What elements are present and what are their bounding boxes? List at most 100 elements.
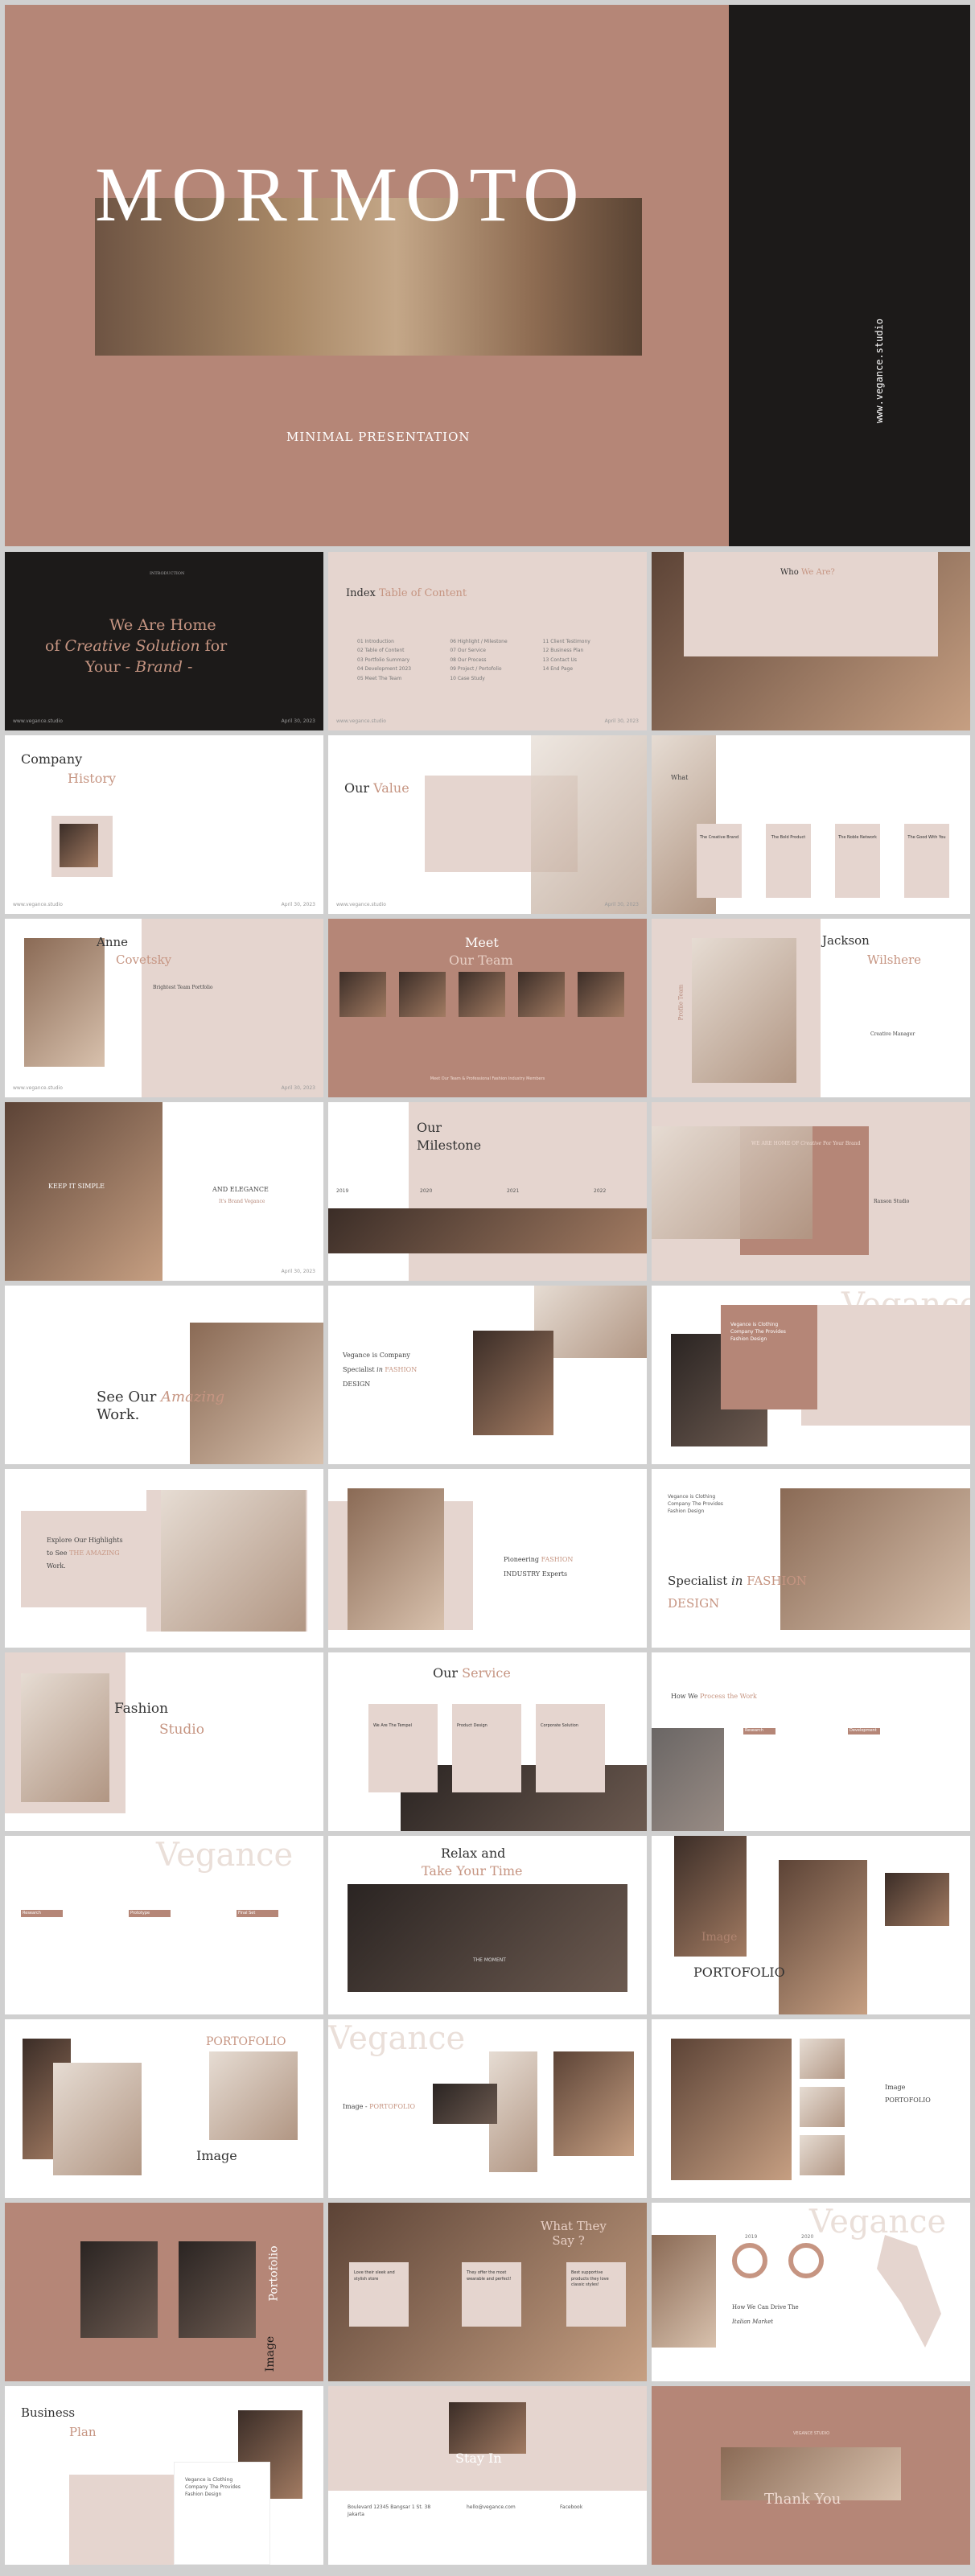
milestone-bg xyxy=(409,1102,647,1281)
slide-portfolio-2[interactable]: PORTOFOLIO Image xyxy=(5,2019,323,2198)
slide-what[interactable]: What The Creative Brand The Bold Product… xyxy=(652,735,970,914)
slide-specialist[interactable]: Vegance is Clothing Company The Provides F… xyxy=(652,1469,970,1648)
portfolio-photo-3 xyxy=(885,1873,949,1926)
pioneer-line2: INDUSTRY Experts xyxy=(504,1570,568,1578)
jackson-role: Creative Manager xyxy=(870,1031,915,1037)
slide-business-plan[interactable]: Business Plan Vegance is Clothing Company… xyxy=(5,2386,323,2565)
process-step-label: Development xyxy=(850,1728,877,1733)
slide-creative-home[interactable]: WE ARE HOME OF Creative For Your Brand R… xyxy=(652,1102,970,1281)
team-footer: Meet Our Team & Professional Fashion Ind… xyxy=(430,1076,545,1081)
cover-subtitle: MINIMAL PRESENTATION xyxy=(286,430,471,444)
slide-our-value[interactable]: Our Value www.vegance.studio April 30, 2… xyxy=(328,735,647,914)
team-photo-2 xyxy=(399,972,446,1017)
market-year: 2020 xyxy=(801,2234,814,2240)
plan-title-b: Plan xyxy=(69,2425,97,2439)
cover-url: www.vegance.studio xyxy=(874,319,885,424)
anne-photo xyxy=(24,938,105,1067)
slide-portfolio-5[interactable]: Portofolio Image xyxy=(5,2203,323,2381)
pioneer-photo xyxy=(348,1488,444,1630)
portfolio4-photo-3 xyxy=(800,2087,845,2127)
index-title: Index Table of Content xyxy=(346,587,467,599)
process-step-label: Research xyxy=(745,1728,763,1733)
slide-stay-in[interactable]: Stay In Boulevard 12345 Bangsar 1 St. 38… xyxy=(328,2386,647,2565)
market-year: 2019 xyxy=(745,2234,758,2240)
jackson-photo xyxy=(692,938,796,1083)
value-photo xyxy=(531,735,647,914)
intro-line3: Your - Brand - xyxy=(85,658,193,676)
slide-relax[interactable]: Relax and Take Your Time THE MOMENT xyxy=(328,1836,647,2014)
slide-italian-market[interactable]: Vegance 2019 2020 How We Can Drive The I… xyxy=(652,2203,970,2381)
portfolio-title-a: Image xyxy=(701,1931,738,1944)
slide-vegance-company[interactable]: Vegance is Company Specialist in FASHION… xyxy=(328,1286,647,1464)
watermark: Vegance xyxy=(328,2020,466,2057)
slide-thank-you[interactable]: VEGANCE STUDIO Thank You xyxy=(652,2386,970,2565)
slide-see-work[interactable]: See Our Amazing Work. xyxy=(5,1286,323,1464)
thanks-title: Thank You xyxy=(764,2491,841,2508)
slide-vegance-clothing[interactable]: Vegance Vegance is ClothingCompany The P… xyxy=(652,1286,970,1464)
slide-profile-anne[interactable]: Anne Covetsky Brightest Team Portfolio w… xyxy=(5,919,323,1097)
company-line2: Specialist in FASHION xyxy=(343,1366,418,1373)
portfolio2-photo-3 xyxy=(209,2051,298,2140)
stay-photo xyxy=(449,2402,526,2454)
slide-testimony[interactable]: What They Say ? Love their sleek and sty… xyxy=(328,2203,647,2381)
creative-title: WE ARE HOME OF Creative For Your Brand xyxy=(751,1141,861,1146)
portfolio-title-b: PORTOFOLIO xyxy=(693,1965,785,1980)
slide-keep-simple[interactable]: KEEP IT SIMPLE AND ELEGANCE It's Brand V… xyxy=(5,1102,323,1281)
slide-process[interactable]: How We Process the Work Research Develop… xyxy=(652,1652,970,1831)
intro-line2: of Creative Solution for xyxy=(45,637,228,655)
portfolio4-title-b: PORTOFOLIO xyxy=(885,2097,931,2104)
stay-contact-bar xyxy=(328,2491,647,2565)
slide-portfolio-1[interactable]: Image PORTOFOLIO xyxy=(652,1836,970,2014)
portfolio5-title-a: Portofolio xyxy=(267,2245,281,2302)
slide-profile-jackson[interactable]: Profile Team Jackson Wilshere Creative M… xyxy=(652,919,970,1097)
highlight-line2: to See THE AMAZING xyxy=(47,1549,120,1557)
jackson-side-label: Profile Team xyxy=(677,984,685,1021)
step-tag-1: Research xyxy=(21,1910,63,1917)
milestone-photostrip xyxy=(328,1208,647,1253)
studio-title-a: Fashion xyxy=(114,1701,169,1717)
service-card-1: We Are The Tempel xyxy=(368,1704,438,1792)
slide-portfolio-3[interactable]: Vegance Image - PORTOFOLIO xyxy=(328,2019,647,2198)
what-card-3: The Noble Network xyxy=(835,824,880,898)
relax-photo xyxy=(348,1884,627,1992)
team-photo-1 xyxy=(339,972,386,1017)
slide-portfolio-4[interactable]: Image PORTOFOLIO xyxy=(652,2019,970,2198)
team-photo-4 xyxy=(518,972,565,1017)
footer-brand: www.vegance.studio xyxy=(336,718,386,724)
slide-meet-team[interactable]: Meet Our Team Meet Our Team & Profession… xyxy=(328,919,647,1097)
slide-intro[interactable]: INTRODUCTION We Are Home of Creative Sol… xyxy=(5,552,323,730)
history-photo xyxy=(60,824,98,867)
intro-line1: We Are Home xyxy=(109,616,216,634)
footer-brand: www.vegance.studio xyxy=(336,902,386,907)
service-title: Our Service xyxy=(433,1665,511,1681)
value-title: Our Value xyxy=(344,780,409,796)
watermark: Vegance xyxy=(809,2204,947,2241)
plan-chart-bg xyxy=(69,2475,174,2565)
portfolio4-title-a: Image xyxy=(885,2084,906,2091)
company-line1: Vegance is Company xyxy=(343,1352,410,1359)
what-card-4: The Good With You xyxy=(904,824,949,898)
quote-card-3: Best supportive products they love class… xyxy=(566,2262,626,2327)
footer-date: April 30, 2023 xyxy=(281,718,315,724)
slide-fashion-studio[interactable]: Fashion Studio xyxy=(5,1652,323,1831)
simple-line2: AND ELEGANCE xyxy=(212,1186,269,1193)
relax-caption: THE MOMENT xyxy=(473,1957,506,1963)
slide-company-history[interactable]: Company History www.vegance.studio April… xyxy=(5,735,323,914)
milestone-title-b: Milestone xyxy=(417,1138,482,1153)
quote-card-1: Love their sleek and stylish store xyxy=(349,2262,409,2327)
simple-line3: It's Brand Vegance xyxy=(219,1199,265,1204)
slide-highlights[interactable]: Explore Our Highlights to See THE AMAZIN… xyxy=(5,1469,323,1648)
portfolio2-photo-2 xyxy=(53,2063,142,2175)
cover-slide[interactable]: MORIMOTO MINIMAL PRESENTATION www.veganc… xyxy=(5,5,970,546)
history-title-a: Company xyxy=(21,751,83,767)
slide-index[interactable]: Index Table of Content 01 Introduction 02… xyxy=(328,552,647,730)
slide-process-steps[interactable]: Vegance Research Prototype Final Set xyxy=(5,1836,323,2014)
slide-our-service[interactable]: Our Service We Are The Tempel Product De… xyxy=(328,1652,647,1831)
footer-date: April 30, 2023 xyxy=(281,1269,315,1274)
slide-pioneering[interactable]: Pioneering FASHION INDUSTRY Experts xyxy=(328,1469,647,1648)
market-title-b: Italian Market xyxy=(732,2319,774,2325)
thanks-kicker: VEGANCE STUDIO xyxy=(793,2431,830,2436)
slide-milestone[interactable]: Our Milestone 2019 2020 2021 2022 xyxy=(328,1102,647,1281)
anne-surname: Covetsky xyxy=(116,953,172,967)
slide-who-we-are[interactable]: Who We Are? xyxy=(652,552,970,730)
